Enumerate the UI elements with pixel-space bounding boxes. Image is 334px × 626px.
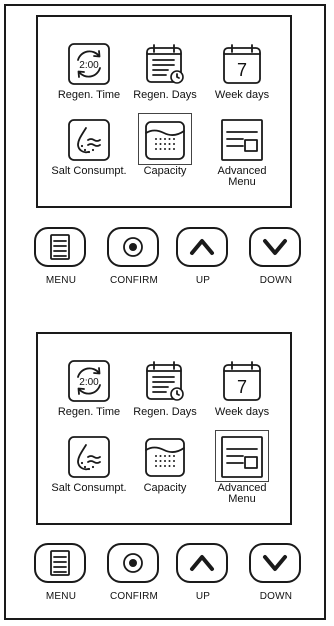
calendar-day-text: 7 <box>237 60 247 80</box>
down-arrow-icon <box>263 555 287 571</box>
down-arrow-button[interactable]: DOWN <box>239 543 313 613</box>
menu-item-capacity[interactable]: Capacity <box>133 113 197 191</box>
menu-item-label: Advanced Menu <box>217 482 267 505</box>
up-arrow-button[interactable]: UP <box>166 227 240 297</box>
menu-icon <box>50 550 70 576</box>
up-arrow-button[interactable]: UP <box>166 543 240 613</box>
menu-item-label: Week days <box>214 89 270 101</box>
button-cap[interactable] <box>176 543 228 583</box>
regen-days-icon <box>146 361 184 401</box>
menu-item-capacity[interactable]: Capacity <box>133 432 197 508</box>
salt-consumption-icon <box>68 436 110 478</box>
menu-item-advanced-menu[interactable]: Advanced Menu <box>210 115 274 191</box>
confirm-icon <box>123 237 143 257</box>
down-arrow-button[interactable]: DOWN <box>239 227 313 297</box>
menu-item-regen-time[interactable]: 2:00 Regen. Time <box>57 39 121 115</box>
menu-item-label: Capacity <box>143 165 187 177</box>
menu-item-salt-consumption[interactable]: Salt Consumpt. <box>51 432 127 508</box>
week-days-icon: 7 <box>223 361 261 401</box>
menu-item-label: Regen. Time <box>57 406 121 418</box>
calendar-day-text: 7 <box>237 377 247 397</box>
menu-item-label: Salt Consumpt. <box>51 482 127 494</box>
confirm-icon <box>123 553 143 573</box>
menu-item-label: Capacity <box>143 482 187 494</box>
confirm-button[interactable]: CONFIRM <box>97 227 171 297</box>
button-cap[interactable] <box>176 227 228 267</box>
menu-item-advanced-menu[interactable]: Advanced Menu <box>210 430 274 508</box>
clock-time-text: 2:00 <box>79 60 99 71</box>
up-arrow-icon <box>190 555 214 571</box>
menu-item-label: Advanced Menu <box>217 165 267 188</box>
menu-button[interactable]: MENU <box>24 543 98 613</box>
menu-item-label: Regen. Time <box>57 89 121 101</box>
button-cap[interactable] <box>249 227 301 267</box>
menu-item-week-days[interactable]: 7 Week days <box>210 39 274 115</box>
menu-item-label: Salt Consumpt. <box>51 165 127 177</box>
menu-button[interactable]: MENU <box>24 227 98 297</box>
menu-item-label: Week days <box>214 406 270 418</box>
button-cap[interactable] <box>34 543 86 583</box>
confirm-button[interactable]: CONFIRM <box>97 543 171 613</box>
button-cap[interactable] <box>107 227 159 267</box>
menu-item-label: Regen. Days <box>133 89 197 101</box>
menu-item-regen-days[interactable]: Regen. Days <box>133 356 197 432</box>
menu-item-regen-days[interactable]: Regen. Days <box>133 39 197 115</box>
salt-consumption-icon <box>68 119 110 161</box>
menu-item-salt-consumption[interactable]: Salt Consumpt. <box>51 115 127 191</box>
regen-time-icon: 2:00 <box>68 43 110 85</box>
button-cap[interactable] <box>249 543 301 583</box>
menu-item-week-days[interactable]: 7 Week days <box>210 356 274 432</box>
regen-days-icon <box>146 44 184 84</box>
button-cap[interactable] <box>34 227 86 267</box>
down-arrow-icon <box>263 239 287 255</box>
button-label: DOWN <box>259 275 293 286</box>
menu-icon <box>50 234 70 260</box>
advanced-menu-icon <box>221 436 263 478</box>
button-label: DOWN <box>259 591 293 602</box>
capacity-icon <box>145 438 185 477</box>
advanced-menu-icon <box>221 119 263 161</box>
week-days-icon: 7 <box>223 44 261 84</box>
regen-time-icon: 2:00 <box>68 360 110 402</box>
button-cap[interactable] <box>107 543 159 583</box>
menu-item-regen-time[interactable]: 2:00 Regen. Time <box>57 356 121 432</box>
capacity-icon <box>145 121 185 160</box>
clock-time-text: 2:00 <box>79 377 99 388</box>
menu-item-label: Regen. Days <box>133 406 197 418</box>
up-arrow-icon <box>190 239 214 255</box>
